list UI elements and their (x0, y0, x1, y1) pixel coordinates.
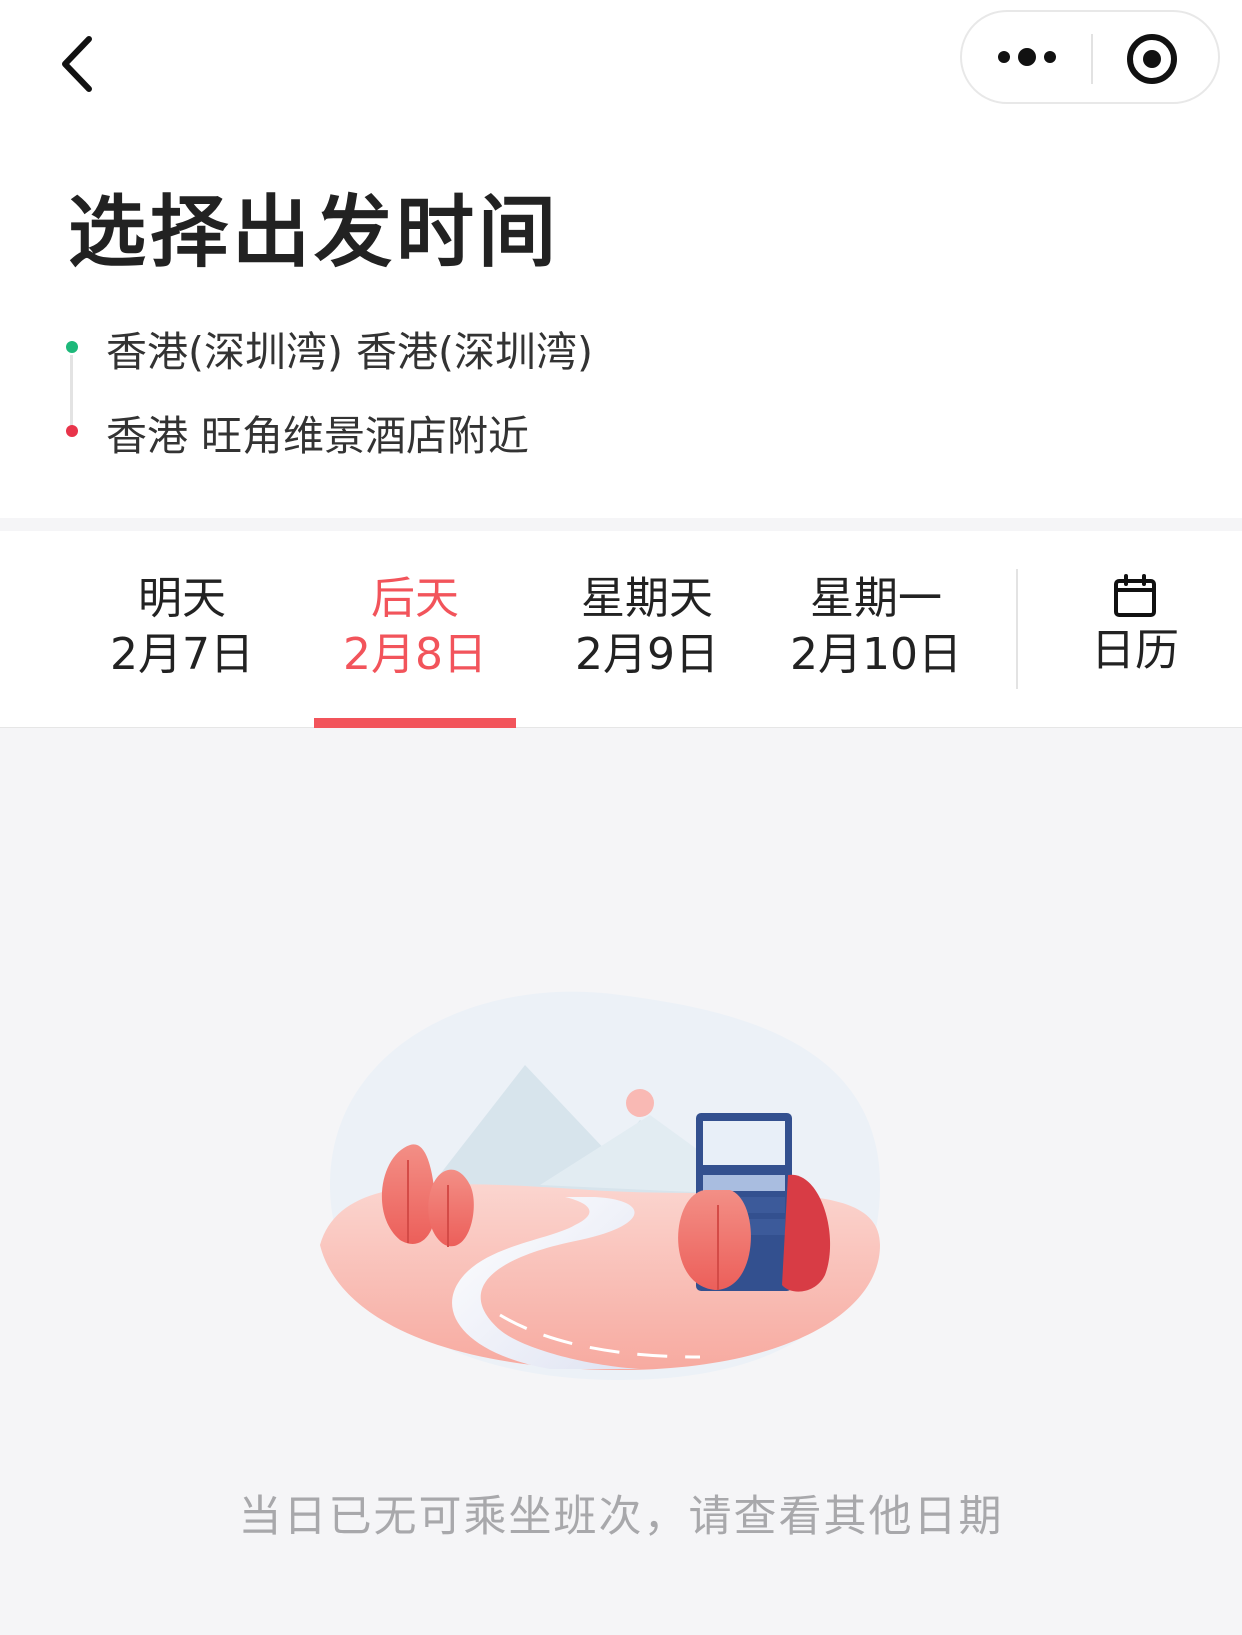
date-tab-sunday[interactable]: 星期天 2月9日 (537, 571, 757, 683)
chevron-left-icon (62, 36, 92, 92)
date-tabs-bar: 明天 2月7日 后天 2月8日 星期天 2月9日 星期一 2月10日 日历 (0, 531, 1242, 728)
mini-program-capsule (960, 10, 1220, 104)
destination-dot (66, 425, 78, 437)
empty-state-illustration (320, 985, 920, 1425)
date-tab-monday[interactable]: 星期一 2月10日 (766, 571, 986, 683)
route-connector-line (70, 355, 73, 430)
origin-dot (66, 341, 78, 353)
page-title: 选择出发时间 (68, 188, 561, 278)
target-close-icon (1127, 34, 1177, 84)
date-tab-date: 2月8日 (343, 629, 487, 680)
date-tab-date: 2月10日 (790, 629, 962, 680)
date-tab-day-after-tomorrow[interactable]: 后天 2月8日 (305, 571, 525, 683)
close-mini-program-button[interactable] (1122, 29, 1182, 89)
selected-tab-indicator (314, 718, 516, 728)
date-tab-day: 星期一 (810, 573, 942, 624)
tabs-divider (1016, 569, 1018, 689)
date-tab-day: 星期天 (581, 573, 713, 624)
date-tab-tomorrow[interactable]: 明天 2月7日 (72, 571, 292, 683)
calendar-button[interactable]: 日历 (1045, 573, 1225, 679)
capsule-divider (1091, 34, 1093, 84)
calendar-label: 日历 (1091, 625, 1179, 676)
header-section: 选择出发时间 香港(深圳湾) 香港(深圳湾) 香港 旺角维景酒店附近 (0, 0, 1242, 518)
date-tab-date: 2月9日 (575, 629, 719, 680)
route-destination: 香港 旺角维景酒店附近 (106, 412, 530, 460)
back-button[interactable] (55, 30, 125, 100)
more-button[interactable] (990, 34, 1070, 80)
date-tab-day: 后天 (371, 573, 459, 624)
route-origin: 香港(深圳湾) 香港(深圳湾) (106, 328, 594, 376)
calendar-icon (1114, 574, 1156, 617)
date-tab-date: 2月7日 (110, 629, 254, 680)
more-dots-icon (998, 48, 1056, 66)
date-tab-day: 明天 (138, 573, 226, 624)
empty-state-message: 当日已无可乘坐班次，请查看其他日期 (238, 1492, 1004, 1542)
